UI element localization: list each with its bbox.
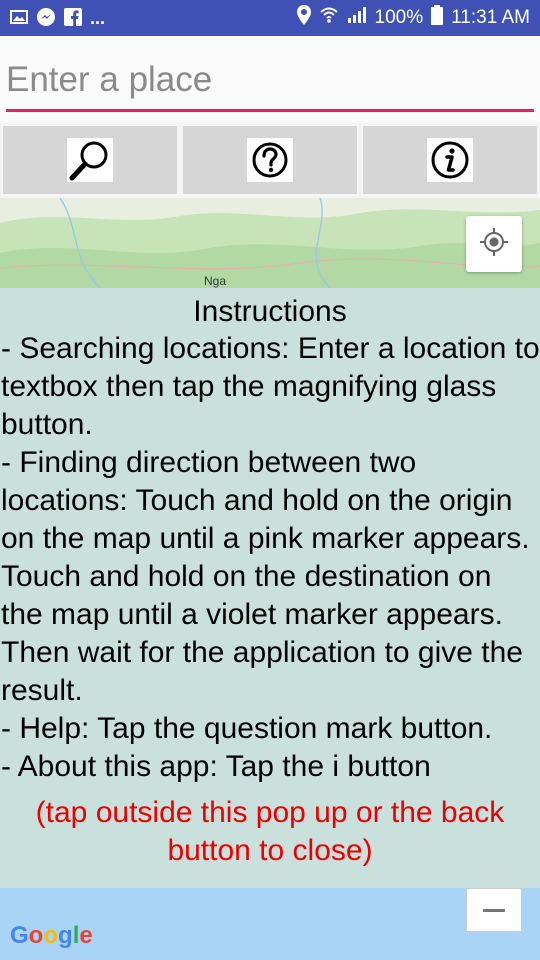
map-terrain: [0, 198, 540, 288]
map-view-bottom[interactable]: Google: [0, 888, 540, 960]
my-location-button[interactable]: [466, 216, 522, 272]
question-mark-icon: [247, 138, 293, 182]
instruction-search: - Searching locations: Enter a location …: [1, 332, 540, 441]
wifi-icon: [319, 6, 339, 30]
status-left-icons: ...: [10, 7, 105, 30]
signal-icon: [347, 6, 367, 30]
more-notifications-indicator: ...: [90, 7, 106, 28]
search-input-underline: [6, 109, 534, 112]
facebook-icon: [64, 7, 82, 29]
battery-icon: [431, 5, 444, 31]
crosshair-icon: [479, 227, 509, 262]
messenger-icon: [36, 7, 56, 30]
toolbar-button-row: [0, 122, 540, 198]
search-input[interactable]: [6, 58, 534, 102]
gallery-icon: [10, 9, 28, 28]
search-bar: [0, 36, 540, 122]
info-button[interactable]: [363, 126, 537, 194]
status-bar: ... 100% 11:31 AM: [0, 0, 540, 36]
help-button[interactable]: [183, 126, 357, 194]
magnifying-glass-icon: [67, 138, 113, 182]
search-button[interactable]: [3, 126, 177, 194]
close-hint: (tap outside this pop up or the back but…: [35, 796, 505, 867]
minus-icon: [483, 908, 505, 912]
google-logo: Google: [10, 922, 93, 949]
clock: 11:31 AM: [451, 7, 530, 28]
battery-percent: 100%: [374, 7, 424, 28]
map-place-label: Nga: [204, 274, 227, 288]
instructions-popup: Instructions - Searching locations: Ente…: [0, 288, 540, 888]
instruction-about: - About this app: Tap the i button: [1, 750, 431, 783]
zoom-out-button[interactable]: [466, 888, 522, 932]
popup-title: Instructions: [193, 295, 347, 328]
status-right-icons: 100% 11:31 AM: [296, 5, 530, 31]
info-icon: [427, 138, 473, 182]
instruction-help: - Help: Tap the question mark button.: [1, 712, 493, 745]
instruction-direction: - Finding direction between two location…: [1, 446, 530, 707]
map-view[interactable]: Nga: [0, 198, 540, 288]
location-icon: [296, 5, 311, 31]
